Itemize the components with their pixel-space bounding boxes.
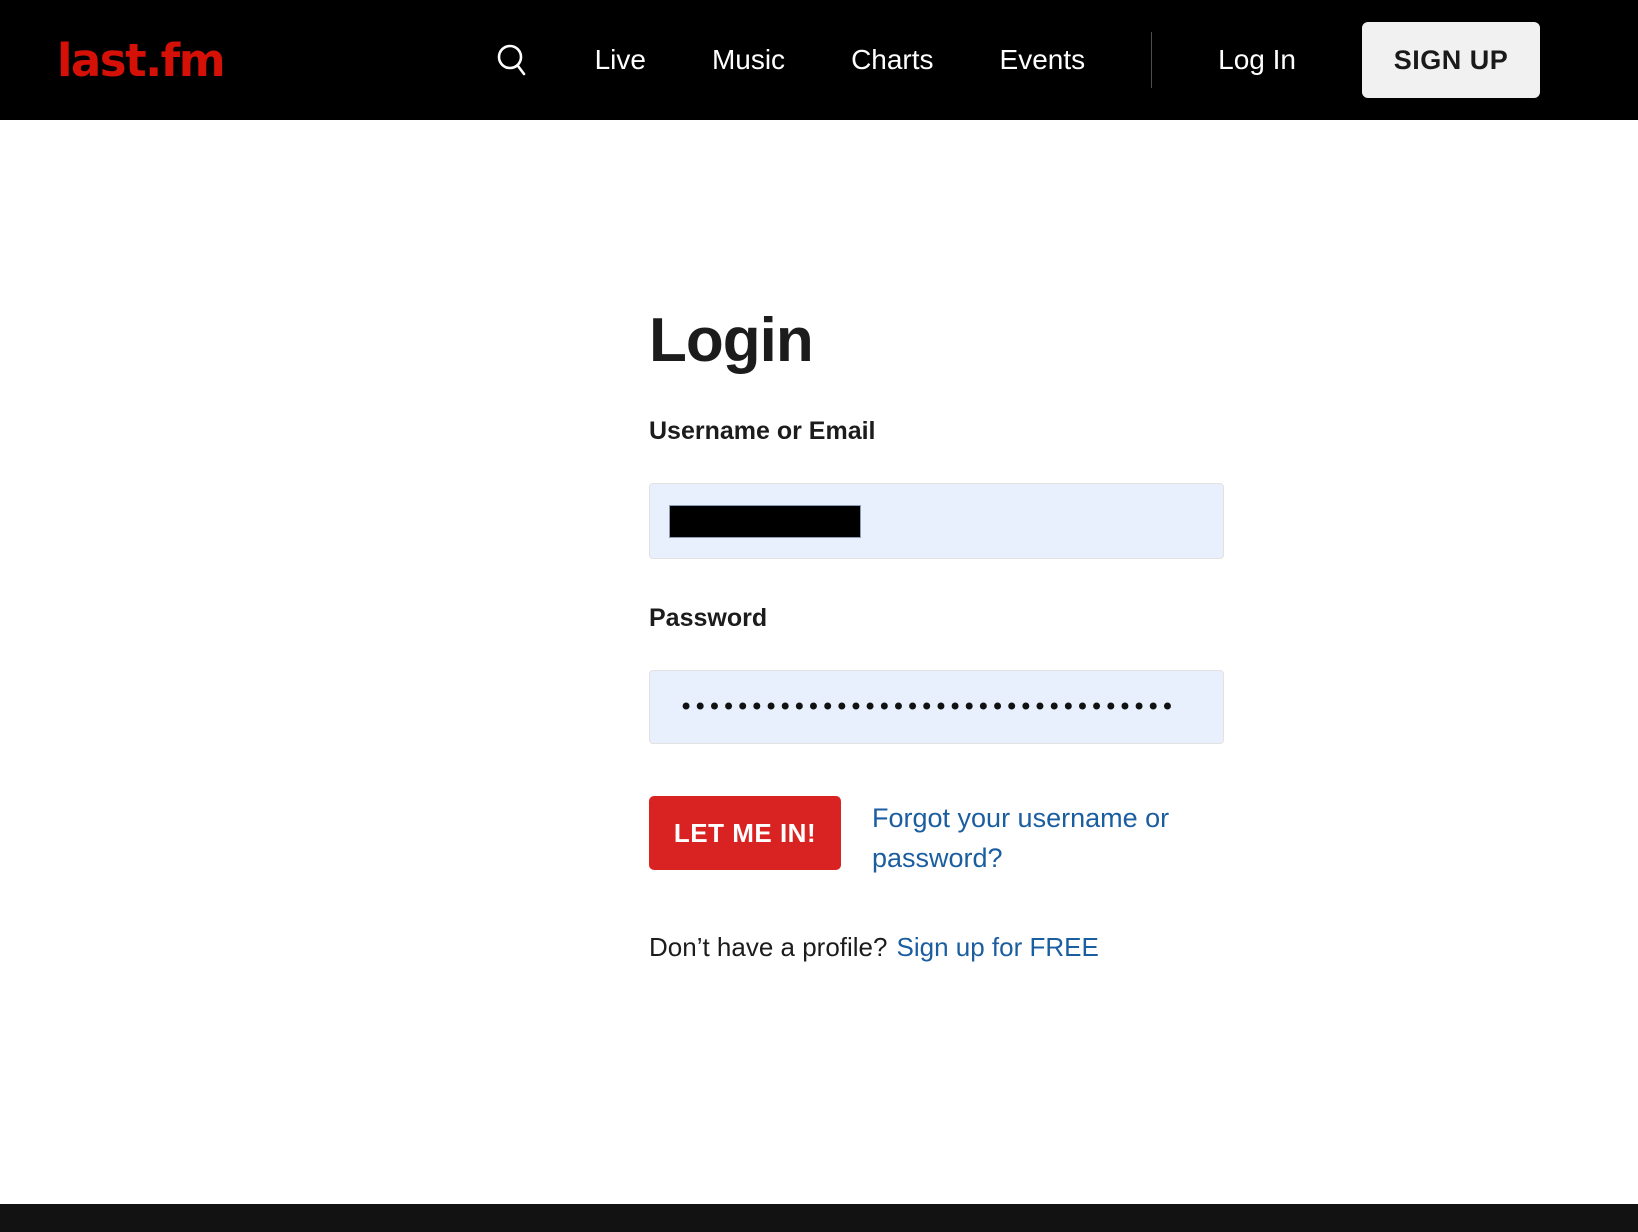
signup-prompt-text: Don’t have a profile?: [649, 932, 887, 962]
nav-item-charts[interactable]: Charts: [851, 44, 933, 76]
search-icon[interactable]: [495, 42, 529, 78]
password-label: Password: [649, 603, 1224, 633]
nav-item-music[interactable]: Music: [712, 44, 785, 76]
page-title: Login: [649, 310, 1224, 372]
signup-free-link[interactable]: Sign up for FREE: [896, 932, 1098, 962]
nav-divider: [1151, 32, 1152, 88]
top-navigation-bar: last.fm Live Music Charts Events Log In …: [0, 0, 1638, 120]
password-masked-value: •••••••••••••••••••••••••••••••••••: [679, 695, 1174, 719]
forgot-credentials-link[interactable]: Forgot your username or password?: [872, 798, 1182, 878]
let-me-in-button[interactable]: LET ME IN!: [649, 796, 841, 870]
username-label: Username or Email: [649, 416, 1224, 446]
lastfm-logo[interactable]: last.fm: [57, 34, 224, 87]
nav-item-events[interactable]: Events: [1000, 44, 1086, 76]
signup-button[interactable]: SIGN UP: [1362, 22, 1540, 98]
username-input[interactable]: [649, 483, 1224, 559]
form-actions: LET ME IN! Forgot your username or passw…: [649, 796, 1224, 878]
nav-item-live[interactable]: Live: [595, 44, 646, 76]
header-nav-group: Live Music Charts Events Log In SIGN UP: [495, 22, 1540, 98]
footer-bar: [0, 1204, 1638, 1232]
login-form: Login Username or Email Password •••••••…: [649, 120, 1224, 963]
signup-prompt-line: Don’t have a profile? Sign up for FREE: [649, 932, 1224, 963]
password-input[interactable]: •••••••••••••••••••••••••••••••••••: [649, 670, 1224, 744]
redacted-username-value: [670, 506, 860, 537]
login-link[interactable]: Log In: [1218, 44, 1296, 76]
